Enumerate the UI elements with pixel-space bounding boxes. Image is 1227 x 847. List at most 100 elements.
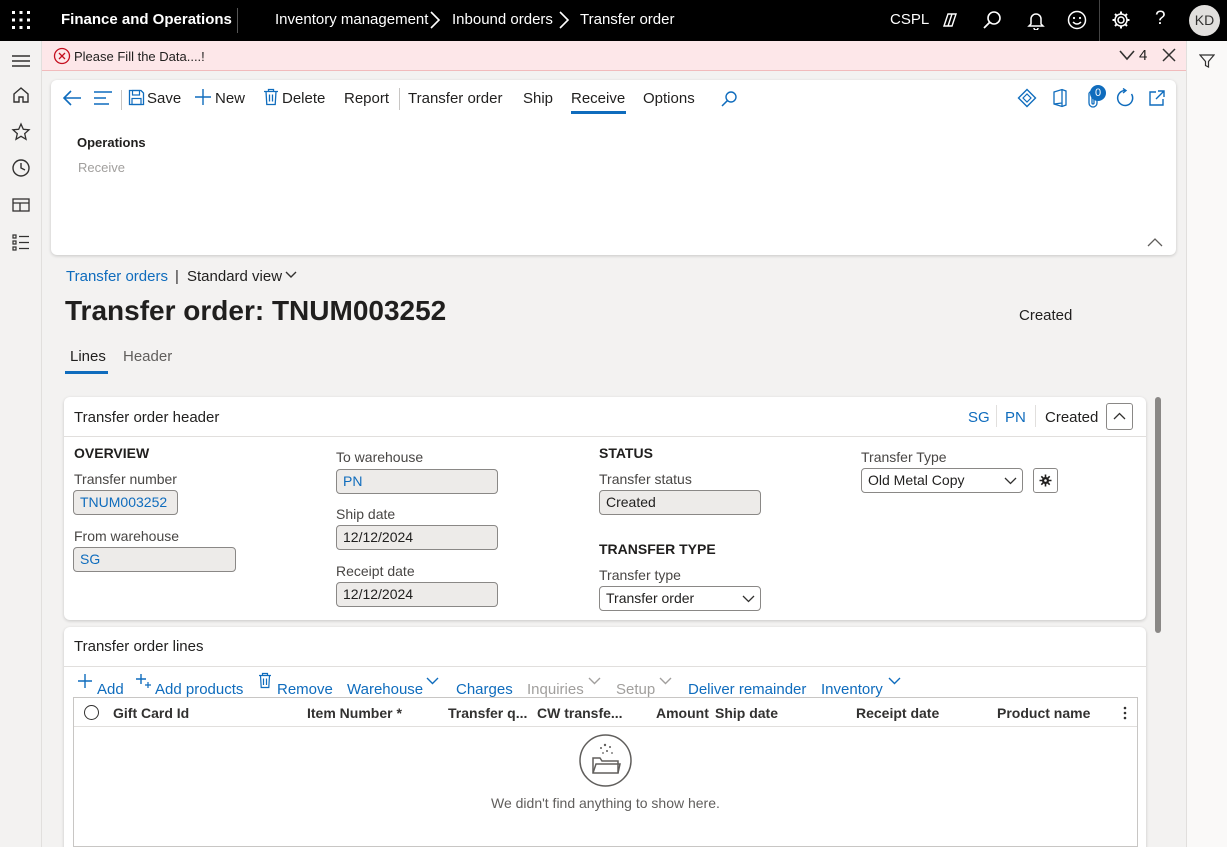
summary-to-warehouse: PN (1005, 409, 1026, 426)
deliver-remainder-button[interactable]: Deliver remainder (688, 681, 806, 698)
record-status: Created (1019, 307, 1073, 324)
message-text: Please Fill the Data....! (74, 49, 205, 64)
charges-menu[interactable]: Charges (456, 681, 513, 698)
favorites-star-icon[interactable] (11, 122, 31, 142)
user-avatar[interactable]: KD (1189, 5, 1220, 36)
tab-options[interactable]: Options (643, 90, 695, 107)
more-options-icon[interactable] (1122, 705, 1128, 721)
card-title: Transfer order lines (74, 638, 204, 655)
divider (1099, 0, 1100, 41)
from-warehouse-field[interactable]: SG (73, 547, 236, 572)
column-header-receipt-date[interactable]: Receipt date (856, 705, 939, 721)
column-header-cw-transfer[interactable]: CW transfe... (537, 705, 623, 721)
tab-transfer-order[interactable]: Transfer order (408, 90, 502, 107)
power-apps-icon[interactable] (1017, 88, 1037, 108)
ship-date-field[interactable]: 12/12/2024 (336, 525, 498, 550)
transfer-type-value: Transfer order (606, 590, 695, 606)
breadcrumb-item[interactable]: Inbound orders (452, 11, 553, 28)
collapse-card-button[interactable] (1106, 403, 1133, 430)
transfer-number-field[interactable]: TNUM003252 (73, 490, 178, 515)
settings-gear-icon[interactable] (1111, 10, 1131, 30)
column-header-gift-card-id[interactable]: Gift Card Id (113, 705, 189, 721)
app-title[interactable]: Finance and Operations (61, 11, 232, 28)
tab-lines[interactable]: Lines (70, 348, 106, 365)
chevron-down-icon[interactable] (285, 271, 297, 279)
add-icon (194, 88, 212, 106)
tab-ship[interactable]: Ship (523, 90, 553, 107)
app-launcher-icon[interactable] (11, 10, 31, 30)
column-header-amount[interactable]: Amount (656, 705, 709, 721)
transfer-status-field[interactable]: Created (599, 490, 761, 515)
column-header-item-number[interactable]: Item Number * (307, 705, 402, 721)
chevron-down-icon (888, 677, 901, 685)
tab-receive[interactable]: Receive (571, 90, 626, 114)
chevron-down-icon (659, 677, 672, 685)
view-selector[interactable]: Standard view (187, 268, 282, 285)
receive-menu-item[interactable]: Receive (78, 160, 125, 175)
bell-icon[interactable] (1026, 10, 1046, 30)
open-new-window-icon[interactable] (1148, 89, 1166, 107)
page-title: Transfer order: TNUM003252 (65, 295, 447, 326)
add-icon (77, 673, 93, 689)
tab-header[interactable]: Header (123, 348, 172, 365)
transfer-number-label: Transfer number (74, 471, 177, 487)
remove-button[interactable]: Remove (277, 681, 333, 698)
group-title: Operations (77, 135, 146, 150)
chevron-right-icon (428, 10, 442, 30)
inquiries-menu[interactable]: Inquiries (527, 681, 584, 698)
delete-button[interactable]: Delete (282, 90, 325, 107)
add-products-button[interactable]: Add products (155, 681, 243, 698)
column-header-transfer-quantity[interactable]: Transfer q... (448, 705, 527, 721)
search-icon[interactable] (982, 10, 1002, 30)
expand-messages-button[interactable] (1119, 49, 1135, 61)
card-title[interactable]: Transfer order header (74, 409, 219, 426)
transfer-type-label: Transfer type (599, 567, 681, 583)
scrollbar-thumb[interactable] (1155, 397, 1161, 633)
transfer-type-dropdown[interactable]: Transfer order (599, 586, 761, 611)
custom-transfer-type-label: Transfer Type (861, 449, 947, 465)
help-icon[interactable]: ? (1155, 8, 1166, 30)
home-icon[interactable] (11, 85, 31, 105)
transfer-orders-link[interactable]: Transfer orders (66, 268, 168, 285)
warehouse-menu[interactable]: Warehouse (347, 681, 423, 698)
receipt-date-label: Receipt date (336, 563, 415, 579)
select-all-radio[interactable] (84, 705, 99, 720)
filter-icon[interactable] (1199, 53, 1215, 69)
left-navigation (0, 41, 42, 847)
divider (1035, 405, 1036, 427)
company-picker[interactable]: CSPL (890, 11, 929, 28)
delete-trash-icon (263, 88, 279, 106)
column-header-product-name[interactable]: Product name (997, 705, 1090, 721)
breadcrumb-item[interactable]: Transfer order (580, 11, 674, 28)
recent-clock-icon[interactable] (11, 158, 31, 178)
report-button[interactable]: Report (344, 90, 389, 107)
setup-menu[interactable]: Setup (616, 681, 655, 698)
add-line-button[interactable]: Add (97, 681, 124, 698)
collapse-chevron-up-icon[interactable] (1147, 237, 1163, 247)
save-button[interactable]: Save (147, 90, 181, 107)
copilot-icon[interactable] (940, 10, 960, 30)
save-icon (128, 89, 145, 106)
hamburger-menu-icon[interactable] (11, 53, 31, 69)
action-search-icon[interactable] (720, 90, 738, 108)
office-icon[interactable] (1052, 88, 1068, 108)
chevron-down-icon (588, 677, 601, 685)
back-arrow-icon[interactable] (62, 89, 82, 107)
column-header-ship-date[interactable]: Ship date (715, 705, 778, 721)
inventory-menu[interactable]: Inventory (821, 681, 883, 698)
new-button[interactable]: New (215, 90, 245, 107)
smiley-icon[interactable] (1067, 10, 1087, 30)
right-panel (1186, 41, 1227, 847)
summary-status: Created (1045, 409, 1099, 426)
settings-button[interactable] (1033, 468, 1058, 493)
to-warehouse-field[interactable]: PN (336, 469, 498, 494)
workspaces-icon[interactable] (11, 195, 31, 215)
modules-list-icon[interactable] (11, 232, 31, 252)
receipt-date-field[interactable]: 12/12/2024 (336, 582, 498, 607)
breadcrumb-item[interactable]: Inventory management (275, 11, 428, 28)
refresh-icon[interactable] (1115, 88, 1135, 108)
custom-transfer-type-value: Old Metal Copy (868, 472, 965, 488)
custom-transfer-type-dropdown[interactable]: Old Metal Copy (861, 468, 1023, 493)
close-icon[interactable] (1161, 47, 1177, 63)
page-options-icon[interactable] (93, 90, 113, 106)
